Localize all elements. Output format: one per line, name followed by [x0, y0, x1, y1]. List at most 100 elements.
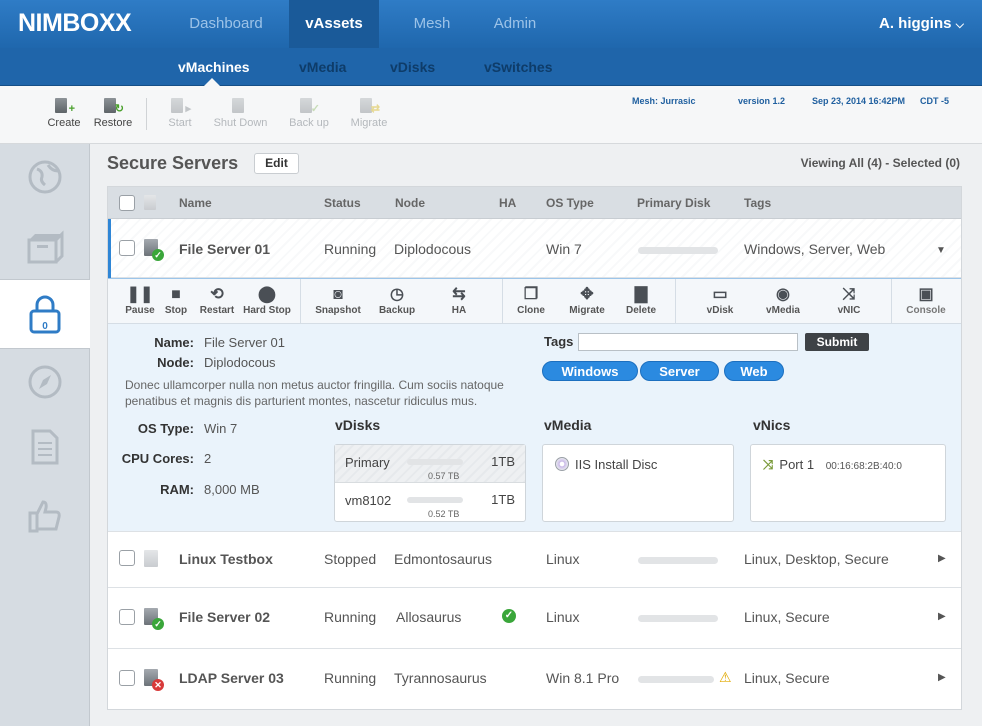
app-version: version 1.2 — [738, 96, 786, 106]
sidebar-item-storage[interactable] — [0, 214, 90, 280]
vdisk-usage-bar — [407, 497, 463, 503]
sidebar-item-secure[interactable]: 0 — [0, 279, 90, 349]
pause-button[interactable]: ❚❚ Pause — [122, 286, 158, 317]
column-header-name[interactable]: Name — [179, 196, 212, 210]
primary-disk-usage-bar — [638, 615, 718, 622]
column-header-node[interactable]: Node — [395, 196, 425, 210]
console-label: Console — [906, 305, 946, 316]
thumbs-up-icon — [28, 500, 61, 533]
subnav-tab-vdisks[interactable]: vDisks — [390, 59, 435, 75]
add-vmedia-button[interactable]: ◉ vMedia — [762, 287, 804, 317]
row-checkbox[interactable] — [119, 550, 135, 566]
start-button[interactable]: ▸ Start — [166, 96, 194, 129]
os-type-value: Win 7 — [204, 421, 238, 436]
clone-label: Clone — [517, 305, 545, 316]
shut-down-button[interactable]: Shut Down — [213, 96, 268, 129]
sidebar-item-feedback[interactable] — [0, 482, 90, 548]
snapshot-button[interactable]: ◙ Snapshot — [311, 287, 365, 317]
submit-tags-button[interactable]: Submit — [805, 333, 869, 351]
row-checkbox[interactable] — [119, 240, 135, 256]
cpu-cores-value: 2 — [204, 451, 212, 466]
sidebar-item-globe[interactable] — [0, 144, 90, 210]
migrate-action-button[interactable]: ✥ Migrate — [566, 287, 608, 317]
list-item[interactable]: vm8102 0.52 TB 1TB — [335, 483, 525, 521]
restore-label: Restore — [93, 117, 133, 129]
sidebar-item-reports[interactable] — [0, 414, 90, 480]
nav-tab-vassets[interactable]: vAssets — [289, 0, 379, 48]
console-button[interactable]: ▣ Console — [904, 287, 948, 317]
subnav-tab-vswitches[interactable]: vSwitches — [484, 59, 552, 75]
nav-tab-admin[interactable]: Admin — [480, 0, 550, 48]
create-button[interactable]: + Create — [47, 96, 81, 129]
top-nav-bar: NIMBOXX Dashboard vAssets Mesh Admin A. … — [0, 0, 982, 48]
vm-name[interactable]: File Server 02 — [179, 609, 270, 625]
subnav-tab-vmedia[interactable]: vMedia — [299, 59, 346, 75]
user-menu[interactable]: A. higgins ⌵ — [879, 15, 964, 32]
row-checkbox[interactable] — [119, 609, 135, 625]
subnav-tab-vmachines[interactable]: vMachines — [178, 59, 250, 75]
select-all-checkbox[interactable] — [119, 195, 135, 211]
row-checkbox[interactable] — [119, 670, 135, 686]
name-label: Name: — [154, 335, 194, 350]
table-row[interactable]: Linux Testbox Stopped Edmontosaurus Linu… — [108, 532, 961, 588]
expand-row-icon[interactable]: ▶ — [938, 611, 946, 622]
migrate-button[interactable]: ⇄ Migrate — [350, 96, 388, 129]
vm-name[interactable]: LDAP Server 03 — [179, 670, 284, 686]
list-item[interactable]: IIS Install Disc — [555, 457, 657, 472]
vmachines-table: Name Status Node HA OS Type Primary Disk… — [107, 186, 962, 710]
history-icon: ◷ — [390, 286, 404, 303]
vdisk-name: Primary — [345, 455, 390, 470]
stop-button[interactable]: ■ Stop — [161, 287, 191, 317]
list-item[interactable]: ⤨ Port 1 00:16:68:2B:40:0 — [763, 457, 902, 473]
collapse-row-icon[interactable]: ▼ — [936, 245, 946, 256]
edit-button[interactable]: Edit — [254, 153, 299, 174]
tag-pill[interactable]: Web — [724, 361, 784, 381]
backup-action-button[interactable]: ◷ Backup — [375, 286, 419, 317]
table-row[interactable]: ✓ File Server 01 Running Diplodocous Win… — [108, 219, 961, 278]
expand-row-icon[interactable]: ▶ — [938, 553, 946, 564]
vm-name[interactable]: Linux Testbox — [179, 551, 273, 567]
nav-tab-mesh[interactable]: Mesh — [384, 0, 480, 48]
ha-button[interactable]: ⇆ HA — [444, 287, 474, 317]
user-name: A. higgins — [878, 15, 952, 32]
sidebar-item-explore[interactable] — [0, 349, 90, 415]
vnic-mac: 00:16:68:2B:40:0 — [825, 461, 902, 472]
tags-input[interactable] — [578, 333, 798, 351]
server-start-icon: ▸ — [169, 96, 191, 115]
expand-row-icon[interactable]: ▶ — [938, 672, 946, 683]
list-item[interactable]: Primary 0.57 TB 1TB — [335, 445, 525, 483]
active-tab-caret — [204, 78, 220, 86]
clone-icon: ❐ — [523, 286, 539, 303]
backup-button[interactable]: ✓ Back up — [288, 96, 330, 129]
pause-label: Pause — [125, 305, 155, 316]
delete-button[interactable]: ▇ Delete — [622, 287, 660, 317]
vnic-name: Port 1 — [779, 457, 815, 472]
table-row[interactable]: ✓ File Server 02 Running Allosaurus ✓ Li… — [108, 588, 961, 649]
tag-pill[interactable]: Windows — [542, 361, 638, 381]
column-header-primary-disk[interactable]: Primary Disk — [637, 196, 710, 210]
column-header-os-type[interactable]: OS Type — [546, 196, 594, 210]
table-row[interactable]: ✕ LDAP Server 03 Running Tyrannosaurus W… — [108, 649, 961, 710]
column-header-ha[interactable]: HA — [499, 196, 516, 210]
column-header-tags[interactable]: Tags — [744, 196, 771, 210]
ram-label: RAM: — [160, 482, 194, 497]
nav-tab-dashboard[interactable]: Dashboard — [168, 0, 284, 48]
add-vdisk-button[interactable]: ▭ vDisk — [700, 287, 740, 317]
add-vnic-button[interactable]: ⤨ vNIC — [831, 287, 867, 317]
vm-name[interactable]: File Server 01 — [179, 241, 270, 257]
hard-stop-button[interactable]: ⬤ Hard Stop — [241, 287, 293, 317]
tag-pill[interactable]: Server — [640, 361, 719, 381]
clone-button[interactable]: ❐ Clone — [511, 286, 551, 317]
restore-button[interactable]: ↻ Restore — [93, 96, 133, 129]
warning-icon: ⚠ — [719, 669, 732, 685]
os-type-label: OS Type: — [137, 421, 194, 436]
sidebar-lock-count: 0 — [42, 321, 48, 332]
server-running-icon: ✓ — [144, 608, 164, 630]
stop-label: Stop — [164, 305, 188, 316]
restart-button[interactable]: ⟲ Restart — [196, 287, 238, 317]
snapshot-label: Snapshot — [315, 305, 361, 316]
vm-tags: Linux, Secure — [744, 670, 830, 686]
pause-icon: ❚❚ — [126, 286, 154, 303]
app-logo[interactable]: NIMBOXX — [18, 9, 132, 38]
column-header-status[interactable]: Status — [324, 196, 361, 210]
